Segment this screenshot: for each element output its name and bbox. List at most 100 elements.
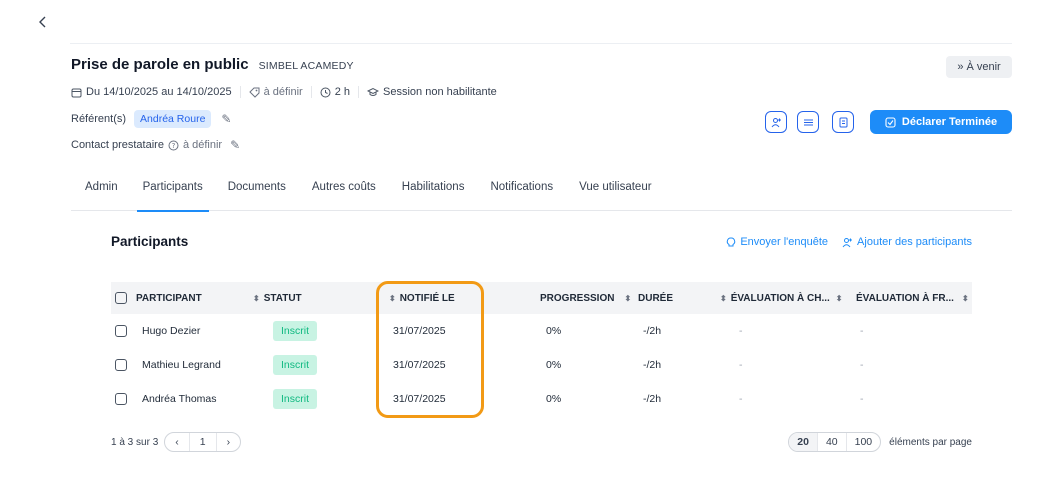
declare-finished-button[interactable]: Déclarer Terminée xyxy=(870,110,1012,134)
row-checkbox[interactable] xyxy=(115,393,127,405)
dates-text: Du 14/10/2025 au 14/10/2025 xyxy=(86,86,232,98)
edit-referents-icon[interactable]: ✎ xyxy=(221,112,231,126)
duration-value: -/2h xyxy=(643,359,662,371)
status-pill: » À venir xyxy=(946,56,1012,78)
back-arrow-icon[interactable] xyxy=(38,12,58,32)
location-text: à définir xyxy=(263,86,303,98)
duration-item: 2 h xyxy=(320,86,360,98)
sort-icon: ⬍ xyxy=(961,293,969,303)
list-icon xyxy=(803,119,813,125)
eval-ch-value: - xyxy=(739,393,743,405)
session-meta: Du 14/10/2025 au 14/10/2025 à définir 2 … xyxy=(71,86,513,98)
contact-label: Contact prestataire xyxy=(71,139,164,151)
row-checkbox[interactable] xyxy=(115,325,127,337)
sort-icon: ⬍ xyxy=(720,293,727,303)
select-all-checkbox[interactable] xyxy=(115,292,127,304)
progress-value: 0% xyxy=(546,325,562,337)
check-square-icon xyxy=(885,116,896,128)
col-progression[interactable]: PROGRESSION ⬍ xyxy=(540,293,631,304)
col-eval-ch[interactable]: ⬍ ÉVALUATION À CH... ⬍ xyxy=(720,293,842,304)
col-eval-fr-label: ÉVALUATION À FR... xyxy=(856,292,954,304)
tab-vue-utilisateur[interactable]: Vue utilisateur xyxy=(579,175,651,211)
double-chevron-icon: » xyxy=(957,61,964,73)
page-size-100[interactable]: 100 xyxy=(847,433,881,451)
chevron-left-icon[interactable]: ‹ xyxy=(165,433,190,451)
eval-fr-value: - xyxy=(860,393,864,405)
progress-value: 0% xyxy=(546,393,562,405)
eval-ch-value: - xyxy=(739,325,743,337)
session-type-item: Session non habilitante xyxy=(367,86,505,98)
page-size-40[interactable]: 40 xyxy=(818,433,847,451)
row-checkbox[interactable] xyxy=(115,359,127,371)
page-header: Prise de parole en public SIMBEL ACAMEDY xyxy=(71,56,354,73)
section-actions: Envoyer l'enquête Ajouter des participan… xyxy=(726,236,972,248)
referents-row: Référent(s) Andréa Roure ✎ xyxy=(71,110,231,128)
col-notifie-label: NOTIFIÉ LE xyxy=(399,292,455,304)
chevron-right-icon[interactable]: › xyxy=(217,433,241,451)
eval-fr-value: - xyxy=(860,325,864,337)
page-title: Prise de parole en public xyxy=(71,56,249,73)
sort-icon: ⬍ xyxy=(253,293,260,303)
table-row[interactable]: Andréa Thomas Inscrit 31/07/2025 0% -/2h… xyxy=(111,382,972,416)
provider-name: SIMBEL ACAMEDY xyxy=(258,60,354,72)
page-size-options: 20 40 100 xyxy=(788,432,882,452)
tab-notifications[interactable]: Notifications xyxy=(490,175,553,211)
send-survey-label: Envoyer l'enquête xyxy=(740,236,829,248)
table-header: PARTICIPANT ⬍ STATUT ⬍ NOTIFIÉ LE PROGRESS… xyxy=(111,282,972,314)
document-icon-button[interactable] xyxy=(832,111,854,133)
sort-icon: ⬍ xyxy=(835,293,843,303)
tab-autres-couts[interactable]: Autres coûts xyxy=(312,175,376,211)
col-participant-label: PARTICIPANT xyxy=(136,292,202,304)
sort-icon: ⬍ xyxy=(389,293,396,303)
table-row[interactable]: Mathieu Legrand Inscrit 31/07/2025 0% -/… xyxy=(111,348,972,382)
svg-text:?: ? xyxy=(172,142,176,150)
edit-contact-icon[interactable]: ✎ xyxy=(230,138,240,152)
col-statut[interactable]: ⬍ STATUT xyxy=(253,293,302,304)
col-duree[interactable]: DURÉE xyxy=(638,293,673,304)
divider xyxy=(70,43,1012,44)
help-circle-icon[interactable]: ? xyxy=(168,140,179,151)
list-icon-button[interactable] xyxy=(797,111,819,133)
graduation-cap-icon xyxy=(367,87,380,96)
add-participants-link[interactable]: Ajouter des participants xyxy=(842,236,972,248)
participant-name: Hugo Dezier xyxy=(142,325,201,337)
tab-habilitations[interactable]: Habilitations xyxy=(402,175,465,211)
section-title: Participants xyxy=(111,234,189,249)
col-notifie[interactable]: ⬍ NOTIFIÉ LE xyxy=(389,293,455,304)
send-survey-link[interactable]: Envoyer l'enquête xyxy=(726,236,828,248)
page-size-selector: 20 40 100 éléments par page xyxy=(788,432,972,452)
tab-documents[interactable]: Documents xyxy=(228,175,286,211)
page-size-20[interactable]: 20 xyxy=(789,433,818,451)
tabs-bar: Admin Participants Documents Autres coût… xyxy=(71,175,1012,212)
participant-name: Andréa Thomas xyxy=(142,393,217,405)
contact-value: à définir xyxy=(182,139,223,151)
lightbulb-icon xyxy=(727,237,736,246)
pagination-summary: 1 à 3 sur 3 xyxy=(111,436,159,448)
add-user-icon-button[interactable] xyxy=(765,111,787,133)
current-page[interactable]: 1 xyxy=(190,433,217,451)
notified-date: 31/07/2025 xyxy=(393,325,446,337)
referents-label: Référent(s) xyxy=(71,113,127,125)
status-badge: Inscrit xyxy=(273,389,318,409)
calendar-icon xyxy=(71,88,82,97)
pagination: 1 à 3 sur 3 ‹ 1 › xyxy=(111,432,242,452)
session-type-text: Session non habilitante xyxy=(383,86,497,98)
col-eval-ch-label: ÉVALUATION À CH... xyxy=(730,292,830,304)
tab-admin[interactable]: Admin xyxy=(85,175,118,211)
declare-finished-label: Déclarer Terminée xyxy=(901,116,998,128)
col-statut-label: STATUT xyxy=(263,292,302,304)
eval-ch-value: - xyxy=(739,359,743,371)
duration-value: -/2h xyxy=(643,393,662,405)
col-participant[interactable]: PARTICIPANT xyxy=(136,293,202,304)
participant-name: Mathieu Legrand xyxy=(142,359,221,371)
location-item: à définir xyxy=(248,86,312,98)
col-eval-fr[interactable]: ÉVALUATION À FR... ⬍ xyxy=(856,293,969,304)
notified-date: 31/07/2025 xyxy=(393,359,446,371)
table-row[interactable]: Hugo Dezier Inscrit 31/07/2025 0% -/2h -… xyxy=(111,314,972,348)
user-plus-icon xyxy=(771,117,781,127)
page-navigator: ‹ 1 › xyxy=(164,432,242,452)
referent-chip[interactable]: Andréa Roure xyxy=(134,110,212,128)
user-plus-icon xyxy=(842,237,853,247)
tab-participants[interactable]: Participants xyxy=(136,175,209,212)
progress-value: 0% xyxy=(546,359,562,371)
